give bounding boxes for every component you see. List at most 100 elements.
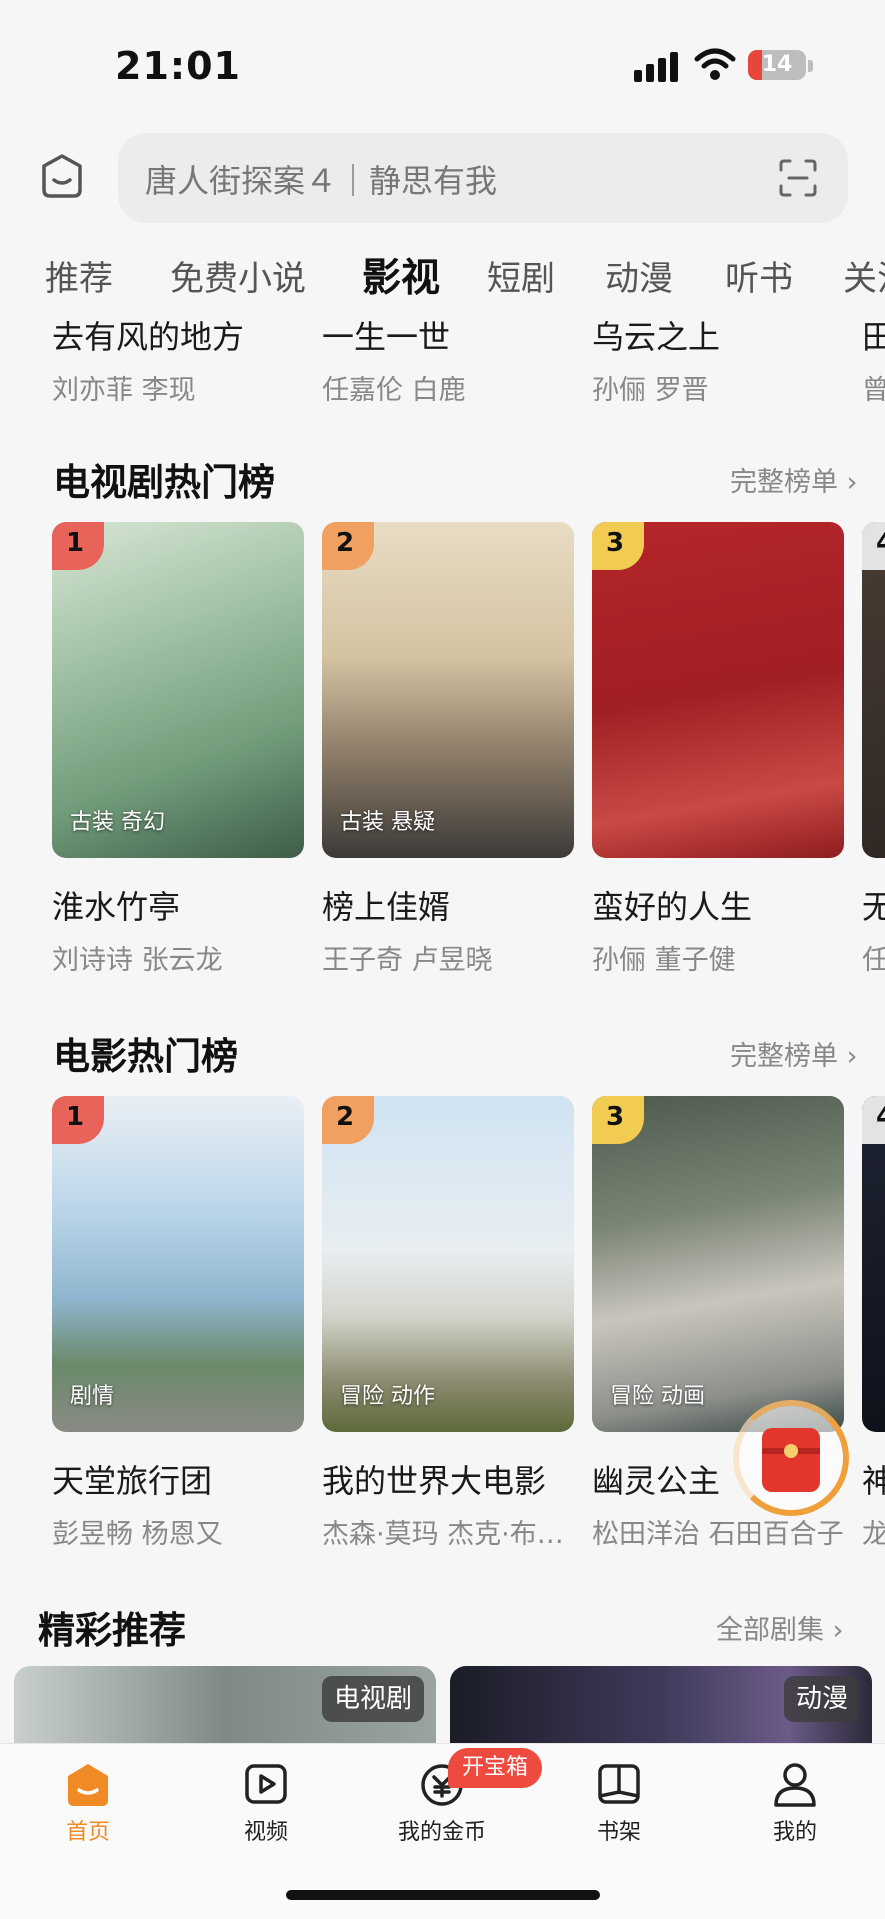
section-title-recommend: 精彩推荐: [38, 1609, 186, 1652]
nav-label: 书架: [596, 1820, 641, 1845]
rank-badge: 4: [862, 1096, 885, 1144]
tab-film-tv[interactable]: 影视: [362, 247, 440, 303]
card-cast: 王子奇 卢昱晓: [322, 945, 493, 976]
signal-icon: [634, 52, 680, 82]
genre-tags: 冒险 动作: [340, 1384, 435, 1409]
genre-tags: 古装 悬疑: [340, 810, 435, 835]
card-cast: 彭昱畅 杨恩又: [52, 1519, 223, 1550]
item-cast: 刘亦菲 李现: [52, 375, 196, 402]
tab-recommend[interactable]: 推荐: [45, 251, 113, 300]
card-cast: 任: [862, 938, 885, 977]
search-placeholder: 唐人街探案４｜静思有我: [145, 162, 498, 200]
card-title: 天堂旅行团: [52, 1462, 213, 1500]
rank-badge: 4: [862, 522, 885, 570]
bookshelf-icon: [598, 1764, 640, 1804]
nav-profile[interactable]: 我的: [735, 1760, 855, 1846]
more-label: 全部剧集: [716, 1615, 824, 1646]
nav-label: 我的: [772, 1820, 817, 1845]
tv-ranking-row: 1 古装 奇幻 淮水竹亭 刘诗诗 张云龙 2 古装 悬疑 榜上佳婿 王子奇 卢昱…: [0, 522, 885, 982]
category-badge: 电视剧: [321, 1676, 424, 1722]
item-cast: 任嘉伦 白鹿: [322, 375, 466, 402]
card-title: 淮水竹亭: [52, 888, 181, 926]
genre-tags: 冒险 动画: [610, 1384, 705, 1409]
section-title-movie: 电影热门榜: [53, 1035, 238, 1078]
red-packet-float-button[interactable]: [733, 1400, 849, 1516]
search-bar[interactable]: 唐人街探案４｜静思有我: [118, 133, 848, 223]
category-tabs: 推荐 免费小说 影视 短剧 动漫 听书 关注: [0, 245, 885, 315]
rank-badge: 1: [52, 522, 104, 570]
recommend-card[interactable]: 电视剧: [14, 1666, 436, 1746]
profile-icon: [774, 1763, 816, 1807]
card-cast: 杰森·莫玛 杰克·布莱克: [322, 1519, 574, 1550]
all-series-link[interactable]: 全部剧集 ›: [716, 1608, 843, 1647]
list-item[interactable]: 田 曾: [862, 312, 885, 402]
poster-card[interactable]: 1 剧情 天堂旅行团 彭昱畅 杨恩又: [52, 1096, 304, 1551]
treasure-box-badge[interactable]: 开宝箱: [448, 1748, 543, 1788]
card-cast: 孙俪 董子健: [592, 945, 736, 976]
card-title: 我的世界大电影: [322, 1462, 547, 1500]
list-item[interactable]: 一生一世 任嘉伦 白鹿: [322, 312, 572, 402]
poster-image: 4: [862, 522, 885, 858]
nav-label: 首页: [65, 1820, 110, 1845]
status-bar: 21:01 14: [0, 0, 885, 120]
poster-card[interactable]: 4 神 龙: [862, 1096, 885, 1551]
category-badge: 动漫: [783, 1676, 860, 1722]
nav-label: 我的金币: [397, 1820, 486, 1845]
poster-card[interactable]: 4 无 任: [862, 522, 885, 977]
card-title: 神: [862, 1456, 885, 1502]
item-title: 乌云之上: [592, 318, 721, 356]
poster-image: 3: [592, 522, 844, 858]
tv-full-ranking-link[interactable]: 完整榜单 ›: [730, 460, 857, 499]
item-title: 一生一世: [322, 318, 451, 356]
item-title: 田: [862, 318, 885, 356]
more-label: 完整榜单: [730, 467, 838, 498]
rank-badge: 3: [592, 1096, 644, 1144]
poster-image: 1 剧情: [52, 1096, 304, 1432]
item-cast: 曾: [862, 375, 885, 402]
tab-free-novel[interactable]: 免费小说: [170, 251, 306, 300]
rank-badge: 1: [52, 1096, 104, 1144]
wifi-icon: [694, 48, 736, 80]
home-indicator[interactable]: [286, 1890, 600, 1900]
card-cast: 龙: [862, 1512, 885, 1551]
tab-audiobook[interactable]: 听书: [725, 251, 793, 300]
movie-full-ranking-link[interactable]: 完整榜单 ›: [730, 1034, 857, 1073]
status-time: 21:01: [115, 44, 241, 88]
rank-badge: 2: [322, 1096, 374, 1144]
poster-card[interactable]: 2 冒险 动作 我的世界大电影 杰森·莫玛 杰克·布莱克: [322, 1096, 574, 1551]
genre-tags: 古装 奇幻: [70, 810, 165, 835]
app-logo-icon[interactable]: [38, 152, 86, 200]
list-item[interactable]: 乌云之上 孙俪 罗晋: [592, 312, 842, 402]
red-packet-icon: [762, 1428, 820, 1492]
recommend-card[interactable]: 动漫: [450, 1666, 872, 1746]
poster-card[interactable]: 2 古装 悬疑 榜上佳婿 王子奇 卢昱晓: [322, 522, 574, 977]
poster-image: 3 冒险 动画: [592, 1096, 844, 1432]
nav-video[interactable]: 视频: [206, 1760, 326, 1846]
home-icon: [68, 1764, 108, 1806]
card-cast: 刘诗诗 张云龙: [52, 945, 223, 976]
poster-card[interactable]: 3 蛮好的人生 孙俪 董子健: [592, 522, 844, 977]
rank-badge: 2: [322, 522, 374, 570]
nav-home[interactable]: 首页: [28, 1760, 148, 1846]
item-cast: 孙俪 罗晋: [592, 375, 709, 402]
poster-image: 2 古装 悬疑: [322, 522, 574, 858]
poster-card[interactable]: 1 古装 奇幻 淮水竹亭 刘诗诗 张云龙: [52, 522, 304, 977]
list-item[interactable]: 去有风的地方 刘亦菲 李现: [52, 312, 302, 402]
more-label: 完整榜单: [730, 1041, 838, 1072]
rank-badge: 3: [592, 522, 644, 570]
poster-image: 4: [862, 1096, 885, 1432]
tab-follow[interactable]: 关注: [843, 251, 885, 300]
nav-bookshelf[interactable]: 书架: [559, 1760, 679, 1846]
section-title-tv: 电视剧热门榜: [53, 461, 275, 504]
previous-row: 去有风的地方 刘亦菲 李现 一生一世 任嘉伦 白鹿 乌云之上 孙俪 罗晋 田 曾: [0, 312, 885, 402]
scan-icon[interactable]: [778, 158, 818, 198]
card-title: 榜上佳婿: [322, 888, 451, 926]
battery-icon: 14: [748, 50, 806, 80]
poster-image: 1 古装 奇幻: [52, 522, 304, 858]
nav-label: 视频: [243, 1820, 288, 1845]
tab-short-drama[interactable]: 短剧: [487, 251, 555, 300]
tab-anime[interactable]: 动漫: [605, 251, 673, 300]
genre-tags: 剧情: [70, 1384, 115, 1409]
card-title: 无: [862, 882, 885, 928]
poster-image: 2 冒险 动作: [322, 1096, 574, 1432]
